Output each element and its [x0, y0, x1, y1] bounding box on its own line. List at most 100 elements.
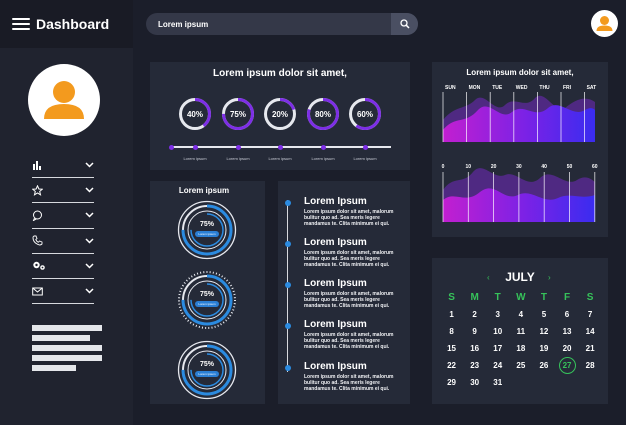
progress-track-label: Lorem ipsum — [268, 156, 292, 161]
sidebar-item-settings[interactable] — [32, 254, 94, 279]
calendar-day[interactable]: 27 — [555, 357, 578, 374]
calendar-weekday: F — [563, 292, 571, 303]
calendar-day[interactable]: 23 — [463, 357, 486, 374]
calendar-day[interactable]: 28 — [579, 357, 602, 374]
calendar-day[interactable]: 11 — [509, 323, 532, 340]
progress-panel-title: Lorem ipsum dolor sit amet, — [213, 68, 347, 79]
sidebar-item-mail[interactable] — [32, 279, 94, 305]
wave-day-label: FRI — [563, 85, 572, 91]
progress-track-dot — [321, 144, 326, 150]
timeline-item: Lorem Ipsum Lorem ipsum dolor sit amet, m… — [304, 237, 404, 268]
timeline-item: Lorem Ipsum Lorem ipsum dolor sit amet, m… — [304, 196, 404, 227]
gauge-pill: Lorem ipsum — [195, 231, 219, 237]
timeline-dot — [285, 323, 291, 329]
gauge: 75% Lorem ipsum — [177, 340, 237, 400]
wave-scale-label: 60 — [592, 164, 598, 170]
timeline-item: Lorem Ipsum Lorem ipsum dolor sit amet, m… — [304, 361, 404, 392]
wave-day-label: WED — [516, 85, 528, 91]
calendar-day[interactable]: 22 — [440, 357, 463, 374]
placeholder-text-lines — [32, 325, 102, 375]
progress-track-label: Lorem ipsum — [311, 156, 335, 161]
progress-ring-label: 40% — [186, 109, 203, 119]
wave-day-label: SUN — [445, 85, 456, 91]
menu-icon[interactable] — [12, 18, 30, 30]
calendar-day[interactable]: 13 — [555, 323, 578, 340]
timeline-item-body: Lorem ipsum dolor sit amet, malorum buli… — [304, 209, 394, 227]
timeline-item-title: Lorem Ipsum — [304, 361, 367, 372]
timeline-item-title: Lorem Ipsum — [304, 278, 367, 289]
timeline-item-body: Lorem ipsum dolor sit amet, malorum buli… — [304, 291, 394, 309]
sidebar-item-calls[interactable] — [32, 229, 94, 254]
calendar-day[interactable]: 30 — [463, 374, 486, 391]
timeline-item: Lorem Ipsum Lorem ipsum dolor sit amet, m… — [304, 278, 404, 309]
wave-scale-label: 50 — [567, 164, 573, 170]
wave-scale-label: 40 — [541, 164, 547, 170]
wave-scale-label: 20 — [491, 164, 497, 170]
user-avatar[interactable] — [591, 10, 618, 37]
sidebar-nav — [32, 153, 94, 305]
app-title: Dashboard — [36, 16, 110, 32]
chevron-down-icon — [85, 263, 94, 269]
progress-track-dot — [236, 144, 241, 150]
calendar-day[interactable]: 15 — [440, 340, 463, 357]
timeline-item-body: Lorem ipsum dolor sit amet, malorum buli… — [304, 332, 394, 350]
calendar-weekday: T — [494, 292, 501, 303]
gears-icon — [33, 262, 45, 271]
calendar-day[interactable]: 17 — [486, 340, 509, 357]
calendar-weekday: T — [540, 292, 547, 303]
timeline-item: Lorem Ipsum Lorem ipsum dolor sit amet, m… — [304, 319, 404, 350]
wave-chart-top — [443, 95, 595, 142]
calendar-day[interactable]: 4 — [509, 306, 532, 323]
calendar-day[interactable]: 25 — [509, 357, 532, 374]
profile-avatar[interactable] — [28, 64, 100, 136]
progress-ring-label: 60% — [356, 109, 373, 119]
calendar-day[interactable]: 20 — [555, 340, 578, 357]
calendar-day[interactable]: 14 — [579, 323, 602, 340]
calendar-day[interactable]: 8 — [440, 323, 463, 340]
calendar-day[interactable]: 12 — [532, 323, 555, 340]
progress-track-dot — [278, 144, 283, 150]
calendar-day[interactable]: 24 — [486, 357, 509, 374]
timeline-item-title: Lorem Ipsum — [304, 237, 367, 248]
progress-track-label: Lorem ipsum — [226, 156, 250, 161]
timeline-item-title: Lorem Ipsum — [304, 196, 367, 207]
progress-ring-label: 75% — [229, 109, 246, 119]
calendar-day[interactable]: 3 — [486, 306, 509, 323]
search-button[interactable] — [391, 13, 418, 35]
calendar-day[interactable]: 16 — [463, 340, 486, 357]
calendar-day[interactable]: 6 — [555, 306, 578, 323]
sidebar-item-messages[interactable] — [32, 203, 94, 229]
calendar-weekday: W — [516, 292, 526, 303]
gauge-percent: 75% — [199, 291, 214, 298]
calendar-day[interactable]: 10 — [486, 323, 509, 340]
timeline-item-title: Lorem Ipsum — [304, 319, 367, 330]
timeline-dot — [285, 282, 291, 288]
chevron-down-icon — [85, 238, 94, 244]
calendar-day[interactable]: 26 — [532, 357, 555, 374]
calendar-next-button[interactable]: › — [548, 273, 551, 282]
sidebar: Dashboard — [0, 0, 133, 425]
calendar-day[interactable]: 18 — [509, 340, 532, 357]
calendar-day[interactable]: 7 — [579, 306, 602, 323]
wave-day-labels: SUN MON TUE WED THU FRI SAT — [445, 85, 596, 91]
calendar-day[interactable]: 29 — [440, 374, 463, 391]
calendar-day[interactable]: 21 — [579, 340, 602, 357]
wave-charts: SUN MON TUE WED THU FRI SAT 0 10 20 30 40 50 60 — [442, 85, 598, 222]
progress-ring: 80% — [306, 97, 340, 131]
search-input[interactable] — [158, 13, 388, 35]
sidebar-item-stats[interactable] — [32, 153, 94, 179]
timeline-item-body: Lorem ipsum dolor sit amet, malorum buli… — [304, 374, 394, 392]
sidebar-item-favorites[interactable] — [32, 178, 94, 204]
calendar-day[interactable]: 31 — [486, 374, 509, 391]
calendar-day[interactable]: 2 — [463, 306, 486, 323]
calendar-day[interactable]: 5 — [532, 306, 555, 323]
calendar-weekday: S — [586, 292, 594, 303]
calendar-day[interactable]: 9 — [463, 323, 486, 340]
calendar-day[interactable]: 19 — [532, 340, 555, 357]
brand-bar: Dashboard — [0, 0, 133, 48]
progress-track-label: Lorem ipsum — [353, 156, 377, 161]
progress-track-dot — [363, 144, 368, 150]
calendar-day[interactable]: 1 — [440, 306, 463, 323]
timeline-dot — [285, 200, 291, 206]
gauge-percent: 75% — [199, 361, 214, 368]
